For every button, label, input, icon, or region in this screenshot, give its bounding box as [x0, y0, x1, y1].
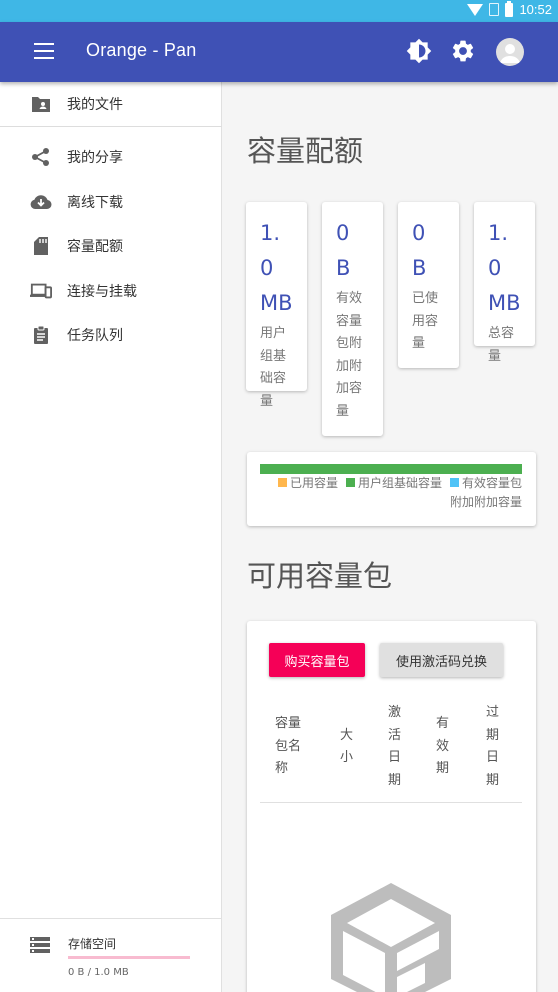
- status-time: 10:52: [519, 2, 552, 17]
- nav-item-my-shares[interactable]: 我的分享: [0, 135, 222, 179]
- user-avatar[interactable]: [496, 38, 524, 66]
- share-icon: [30, 146, 52, 168]
- app-bar: Orange - Pan: [0, 22, 558, 82]
- stat-card-base: 1.0 MB 用户组基础容量: [246, 202, 307, 409]
- nav-label: 任务队列: [67, 328, 123, 344]
- status-bar: 10:52: [0, 0, 558, 22]
- storage-progress-bar: [68, 956, 190, 959]
- nav-label: 容量配额: [67, 239, 123, 255]
- usage-bar: [260, 464, 522, 474]
- stat-card-pack: 0 B 有效容量包附加附加容量: [322, 202, 383, 436]
- storage-title: 存储空间: [68, 937, 117, 951]
- stat-label: 有效容量包附加附加容量: [336, 291, 363, 419]
- storage-panel[interactable]: 存储空间 0 B / 1.0 MB: [0, 918, 222, 992]
- packs-card: 购买容量包 使用激活码兑换 容量包名称 大小 激活日期 有效期 过期日期: [247, 621, 536, 992]
- navigation-drawer: 我的文件 我的分享 离线下载 容量配额 连接与挂载 任务队列 存储空间 0 B …: [0, 82, 222, 992]
- nav-item-my-files[interactable]: 我的文件: [0, 82, 222, 126]
- stat-value: 0 B: [412, 221, 427, 280]
- no-sim-icon: [489, 3, 500, 16]
- brightness-icon[interactable]: [406, 38, 432, 64]
- redeem-code-button[interactable]: 使用激活码兑换: [380, 643, 503, 677]
- main-content: 容量配额 1.0 MB 用户组基础容量 0 B 有效容量包附加附加容量 0 B …: [223, 82, 558, 992]
- cloud-download-icon: [30, 191, 52, 213]
- column-header-validity[interactable]: 有效期: [436, 691, 450, 803]
- column-header-expires[interactable]: 过期日期: [486, 691, 500, 803]
- usage-legend: 已用容量 用户组基础容量 有效容量包附加附加容量: [260, 474, 522, 512]
- nav-item-offline-download[interactable]: 离线下载: [0, 180, 222, 224]
- status-icons: 10:52: [467, 0, 552, 17]
- battery-icon: [505, 0, 514, 17]
- buy-pack-button[interactable]: 购买容量包: [269, 643, 365, 677]
- folder-account-icon: [30, 93, 52, 115]
- stat-value: 1.0 MB: [260, 221, 293, 315]
- clipboard-list-icon: [30, 324, 52, 346]
- nav-item-quota[interactable]: 容量配额: [0, 224, 222, 268]
- account-icon: [500, 44, 520, 63]
- legend-pack: 有效容量包附加附加容量: [449, 476, 522, 509]
- legend-swatch-used: [277, 478, 287, 487]
- nav-label: 我的文件: [67, 97, 123, 113]
- nav-label: 连接与挂载: [67, 284, 137, 300]
- nav-item-connect-mount[interactable]: 连接与挂载: [0, 269, 222, 313]
- nav-label: 我的分享: [67, 150, 123, 166]
- drawer-divider: [0, 126, 222, 127]
- packs-table-header: 容量包名称 大小 激活日期 有效期 过期日期: [260, 691, 522, 803]
- settings-icon[interactable]: [450, 38, 476, 64]
- column-header-size[interactable]: 大小: [340, 691, 354, 803]
- stat-label: 总容量: [488, 326, 515, 364]
- stat-label: 已使用容量: [412, 291, 439, 351]
- devices-icon: [30, 280, 52, 302]
- sd-card-icon: [30, 235, 52, 257]
- stat-card-used: 0 B 已使用容量: [398, 202, 459, 368]
- empty-box-icon: [331, 883, 451, 992]
- storage-usage: 0 B / 1.0 MB: [68, 967, 129, 978]
- legend-base: 用户组基础容量: [357, 476, 442, 490]
- app-title: Orange - Pan: [86, 40, 197, 60]
- usage-legend-card: 已用容量 用户组基础容量 有效容量包附加附加容量: [247, 452, 536, 526]
- column-header-name[interactable]: 容量包名称: [275, 691, 303, 803]
- quota-title: 容量配额: [247, 134, 364, 168]
- packs-title: 可用容量包: [247, 559, 393, 593]
- stat-value: 1.0 MB: [488, 221, 521, 315]
- legend-used: 已用容量: [289, 476, 338, 490]
- legend-swatch-pack: [449, 478, 459, 487]
- column-header-activated[interactable]: 激活日期: [388, 691, 402, 803]
- menu-icon[interactable]: [34, 43, 54, 59]
- nav-item-task-queue[interactable]: 任务队列: [0, 313, 222, 357]
- stat-card-total: 1.0 MB 总容量: [474, 202, 535, 364]
- legend-swatch-base: [345, 478, 355, 487]
- wifi-icon: [467, 3, 484, 16]
- stat-label: 用户组基础容量: [260, 326, 287, 409]
- storage-icon: [30, 937, 50, 957]
- stat-value: 0 B: [336, 221, 351, 280]
- nav-label: 离线下载: [67, 195, 123, 211]
